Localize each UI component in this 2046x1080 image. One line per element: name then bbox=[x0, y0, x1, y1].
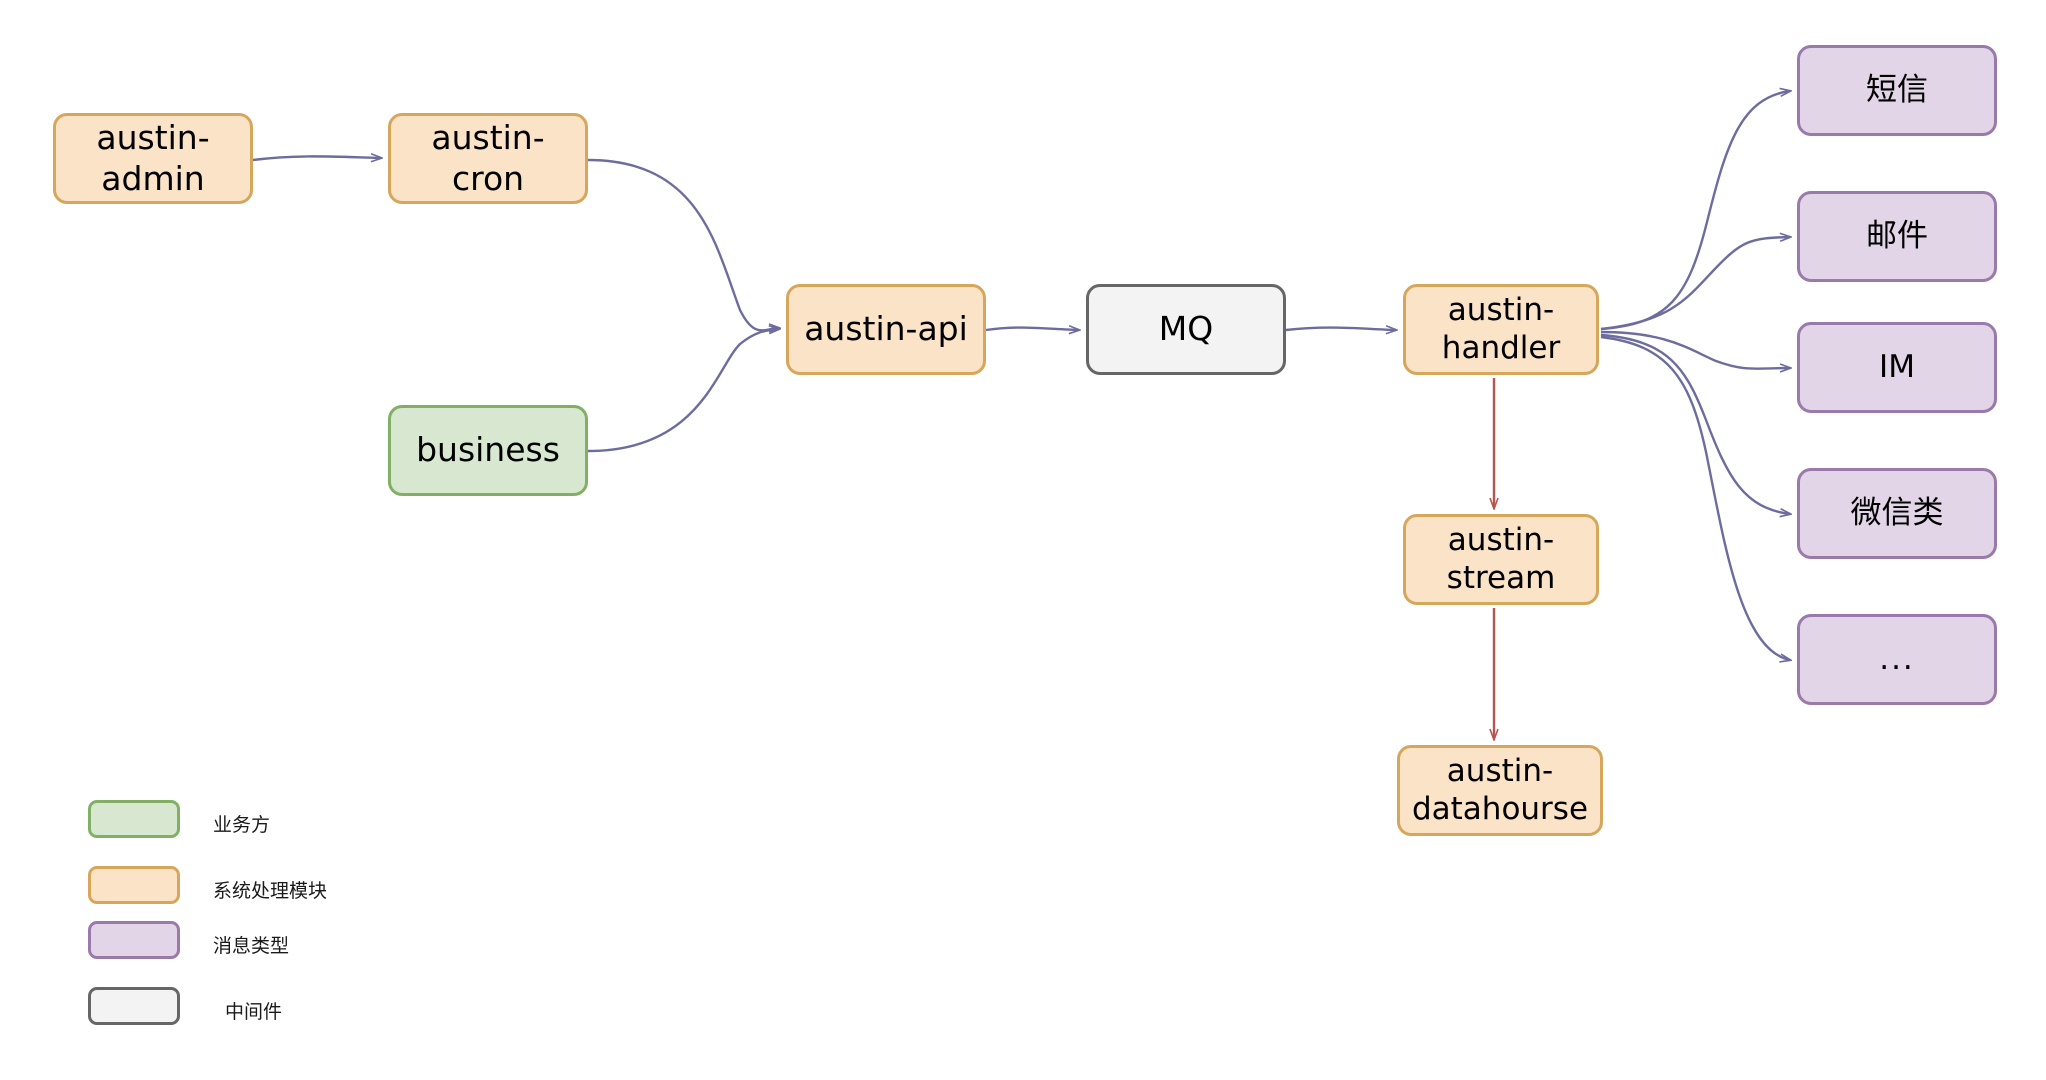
legend-label-process: 系统处理模块 bbox=[213, 880, 328, 902]
legend-label-business: 业务方 bbox=[213, 814, 271, 836]
legend-label-message: 消息类型 bbox=[213, 935, 290, 957]
node-sms[interactable]: 短信 bbox=[1797, 45, 1997, 136]
edge-mq-to-handler bbox=[1285, 328, 1396, 330]
node-more[interactable]: ... bbox=[1797, 614, 1997, 705]
node-austin-cron[interactable]: austin-cron bbox=[388, 113, 588, 204]
legend-swatch-process bbox=[88, 866, 180, 904]
node-austin-api[interactable]: austin-api bbox=[786, 284, 986, 375]
legend-swatch-message bbox=[88, 921, 180, 959]
edge-api-to-mq bbox=[985, 328, 1079, 330]
node-wechat[interactable]: 微信类 bbox=[1797, 468, 1997, 559]
node-austin-datahourse[interactable]: austin-datahourse bbox=[1397, 745, 1603, 836]
edge-cron-to-api bbox=[587, 158, 779, 330]
legend-label-middleware: 中间件 bbox=[225, 1001, 283, 1023]
node-business[interactable]: business bbox=[388, 405, 588, 496]
edge-handler-to-email bbox=[1600, 237, 1790, 331]
node-austin-admin[interactable]: austin-admin bbox=[53, 113, 253, 204]
edge-handler-to-wechat bbox=[1600, 333, 1790, 514]
node-im[interactable]: IM bbox=[1797, 322, 1997, 413]
node-mq[interactable]: MQ bbox=[1086, 284, 1286, 375]
node-austin-handler[interactable]: austin-handler bbox=[1403, 284, 1599, 375]
legend-swatch-middleware bbox=[88, 987, 180, 1025]
edge-handler-to-more bbox=[1600, 335, 1790, 660]
legend-swatch-business bbox=[88, 800, 180, 838]
edge-handler-to-im bbox=[1600, 330, 1790, 369]
edge-admin-to-cron bbox=[252, 156, 381, 160]
edge-business-to-api bbox=[587, 329, 779, 453]
edge-layer bbox=[252, 0, 2046, 1080]
node-email[interactable]: 邮件 bbox=[1797, 191, 1997, 282]
edge-handler-to-sms bbox=[1600, 91, 1790, 331]
diagram-canvas: austin-admin austin-cron business austin… bbox=[0, 0, 2046, 1080]
node-austin-stream[interactable]: austin-stream bbox=[1403, 514, 1599, 605]
